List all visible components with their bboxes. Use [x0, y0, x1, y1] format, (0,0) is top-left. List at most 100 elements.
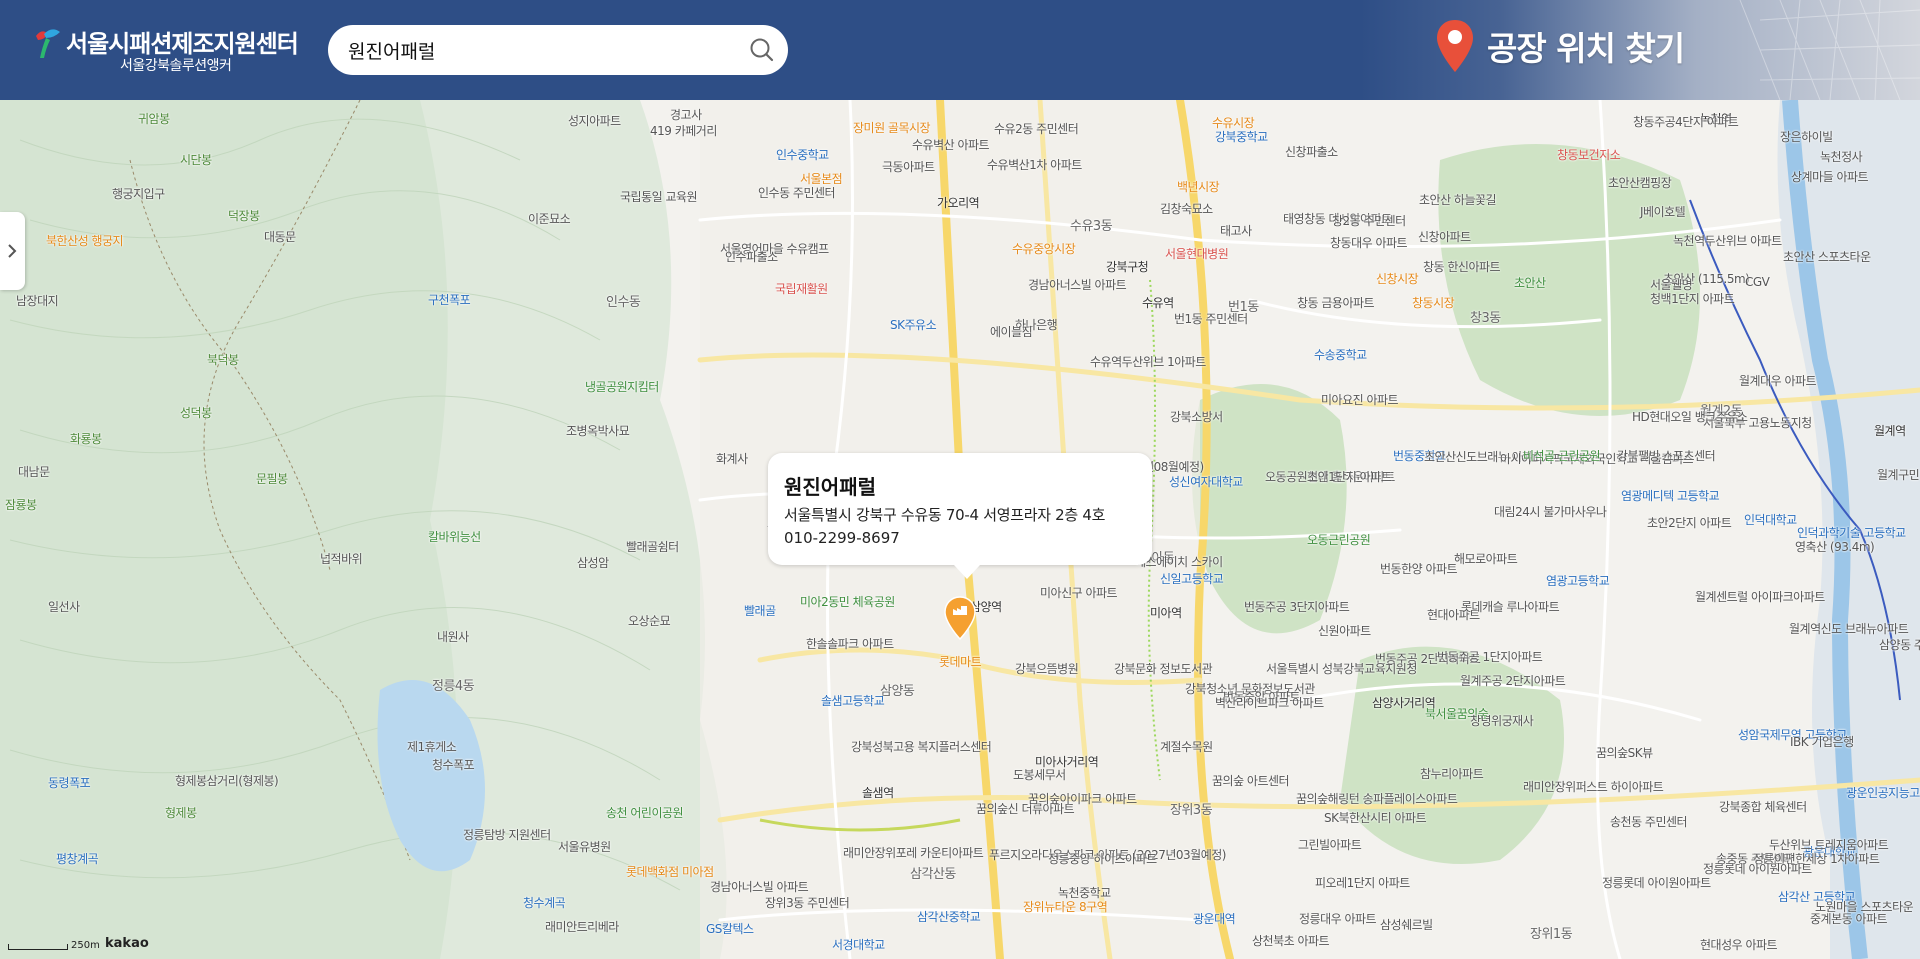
map-label[interactable]: 미아요진 아파트 — [1321, 393, 1399, 407]
map-label[interactable]: 녹천중학교 — [1058, 886, 1111, 900]
map-label[interactable]: 정릉대우 아파트 — [1299, 912, 1377, 926]
map-label[interactable]: 인수파출소 — [725, 250, 778, 264]
map-label[interactable]: 장은하이빌 — [1780, 130, 1833, 144]
map-label[interactable]: 정릉롯데 아이원아파트 — [1703, 862, 1812, 876]
map-label[interactable]: 미아신구 아파트 — [1040, 586, 1118, 600]
map-label[interactable]: 영축산 (93.4m) — [1795, 540, 1875, 554]
map-label[interactable]: 덕장봉 — [228, 209, 260, 223]
map-label[interactable]: 강북으뜸병원 — [1015, 662, 1079, 676]
map-label[interactable]: 두산위브 트레지움아파트 — [1769, 838, 1889, 852]
map-label[interactable]: 내원사 — [437, 630, 469, 644]
map-label[interactable]: 삼각산동 — [910, 868, 956, 882]
map-label[interactable]: 창녕위궁재사 — [1470, 714, 1534, 728]
map-label[interactable]: 번1동 주민센터 — [1174, 312, 1248, 326]
map-label[interactable]: 번동한양 아파트 — [1380, 562, 1458, 576]
map-label[interactable]: 이준묘소 — [528, 212, 571, 226]
map-label[interactable]: 창동시장 — [1412, 296, 1455, 310]
map-label[interactable]: 수유2동 주민센터 — [994, 122, 1079, 136]
map-label[interactable]: 초안산 — [1514, 276, 1546, 290]
map-label[interactable]: 신창아파트 — [1418, 230, 1471, 244]
map-label[interactable]: 해모로아파트 — [1454, 552, 1518, 566]
map-label[interactable]: 장위3동 — [1170, 804, 1213, 818]
search-icon[interactable] — [746, 34, 778, 66]
map-label[interactable]: 인수동 주민센터 — [758, 186, 836, 200]
search-input[interactable] — [348, 25, 728, 75]
map-label[interactable]: 구천폭포 — [428, 293, 471, 307]
map-label[interactable]: 문필봉 — [256, 472, 288, 486]
map-label[interactable]: 한솔솔파크 아파트 — [806, 637, 894, 651]
logo[interactable]: 서울시패션제조지원센터 서울강북솔루션앵커 — [30, 22, 300, 80]
map-label[interactable]: 수유중앙시장 — [1012, 242, 1076, 256]
map-label[interactable]: 강북구청 — [1106, 260, 1149, 274]
map-label[interactable]: 녹천역두산위브 아파트 — [1673, 234, 1782, 248]
map-label[interactable]: 평창계곡 — [56, 852, 99, 866]
map-label[interactable]: 오동근린공원 — [1307, 533, 1371, 547]
map-label[interactable]: 강북소방서 — [1170, 410, 1223, 424]
map-label[interactable]: 창2동 주민센터 — [1332, 214, 1406, 228]
map-label[interactable]: 꿈의숲아이파크 아파트 — [1028, 792, 1137, 806]
map-label[interactable]: 수유벽산 아파트 — [912, 138, 990, 152]
map-label[interactable]: 일선사 — [48, 600, 80, 614]
factory-marker-icon[interactable] — [943, 595, 977, 641]
map-label[interactable]: 광운인공지능고등학교 — [1846, 786, 1920, 800]
map-label[interactable]: 형제봉삼거리(형제봉) — [175, 774, 279, 788]
map-label[interactable]: 빨래골 — [744, 604, 776, 618]
map-label[interactable]: 그린빌아파트 — [1298, 838, 1362, 852]
map-label[interactable]: 형제봉 — [165, 806, 197, 820]
map-label[interactable]: 미아2동민 체육공원 — [800, 595, 895, 609]
map-label[interactable]: 대림24시 불가마사우나 — [1494, 505, 1607, 519]
map-label[interactable]: 행궁지입구 — [112, 187, 165, 201]
map-label[interactable]: 벽산라이브파크 아파트 — [1215, 696, 1324, 710]
map-label[interactable]: 월계역 — [1874, 424, 1906, 438]
map-label[interactable]: 번동주공 3단지아파트 — [1244, 600, 1350, 614]
map-label[interactable]: 인덕대학교 — [1744, 513, 1797, 527]
map-label[interactable]: 꿈의숲해링턴 송파플레이스아파트 — [1296, 792, 1458, 806]
map-label[interactable]: 서울현대병원 — [1165, 247, 1229, 261]
map-label[interactable]: 장미원 골목시장 — [853, 121, 931, 135]
map-label[interactable]: 가오리역 — [937, 196, 980, 210]
map-label[interactable]: 번동주공 1단지아파트 — [1437, 650, 1543, 664]
map-label[interactable]: 419 카페거리 — [650, 124, 717, 138]
map-label[interactable]: 월계주공 2단지아파트 — [1460, 674, 1566, 688]
map-label[interactable]: 상천북초 아파트 — [1252, 934, 1330, 948]
map-label[interactable]: 비석골 근린공원 — [1523, 449, 1601, 463]
map-label[interactable]: 삼성쉐르빌 — [1380, 918, 1433, 932]
map-label[interactable]: 수유시장 — [1212, 116, 1255, 130]
map-label[interactable]: 국립통일 교육원 — [620, 190, 698, 204]
map-label[interactable]: 참누리아파트 — [1420, 767, 1484, 781]
map-label[interactable]: 인수중학교 — [776, 148, 829, 162]
map-label[interactable]: 월계대우 아파트 — [1739, 374, 1817, 388]
map-label[interactable]: 삼양동 주민센터 — [1879, 638, 1920, 652]
map-label[interactable]: 북한산성 행궁지 — [46, 234, 124, 248]
map-label[interactable]: 창동대우 아파트 — [1330, 236, 1408, 250]
map-label[interactable]: 백년시장 — [1177, 180, 1220, 194]
map-label[interactable]: 초안산 하늘꽃길 — [1419, 193, 1497, 207]
map-label[interactable]: 미아역 — [1150, 606, 1182, 620]
map-label[interactable]: 극동아파트 — [882, 160, 935, 174]
map-label[interactable]: 태고사 — [1220, 224, 1252, 238]
map-label[interactable]: 삼양동 — [880, 685, 915, 699]
map-label[interactable]: 정릉4동 — [432, 680, 475, 694]
map-label[interactable]: 삼양사거리역 — [1372, 696, 1436, 710]
map-label[interactable]: 장위1동 — [1530, 928, 1573, 942]
map-label[interactable]: 서울본점 — [800, 172, 843, 186]
map-label[interactable]: 대남문 — [18, 465, 50, 479]
map-label[interactable]: 정릉롯데 아이원아파트 — [1602, 876, 1711, 890]
map-label[interactable]: 래미안장위퍼스트 하이아파트 — [1523, 780, 1664, 794]
map-label[interactable]: 송천동 주민센터 — [1610, 815, 1688, 829]
map-label[interactable]: 염광고등학교 — [1546, 574, 1610, 588]
map-label[interactable]: 초안산캠핑장 — [1608, 176, 1672, 190]
map-label[interactable]: 창동주공4단지 아파트 — [1633, 115, 1739, 129]
map-label[interactable]: 녹천정사 — [1820, 150, 1863, 164]
map-label[interactable]: 염광메디텍 고등학교 — [1621, 489, 1720, 503]
map-label[interactable]: 래미안장위포레 카운티아파트 — [843, 846, 984, 860]
map-label[interactable]: 상계마들 아파트 — [1791, 170, 1869, 184]
map-label[interactable]: 삼각산중학교 — [917, 910, 981, 924]
map-label[interactable]: 솔샘역 — [862, 786, 894, 800]
map-label[interactable]: 냉골공원지킴터 — [585, 380, 659, 394]
map-label[interactable]: 정릉탐방 지원센터 — [463, 828, 551, 842]
map-label[interactable]: IBK 기업은행 — [1790, 735, 1854, 749]
map-label[interactable]: 김창숙묘소 — [1160, 202, 1213, 216]
map-label[interactable]: 수유역두산위브 1아파트 — [1090, 355, 1206, 369]
map-label[interactable]: 성지아파트 — [568, 114, 621, 128]
